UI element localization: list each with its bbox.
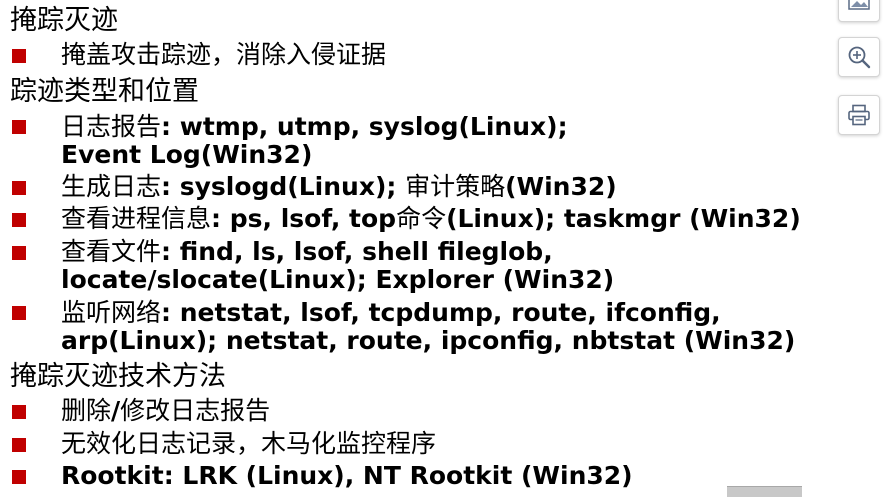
bullet-square xyxy=(12,49,26,63)
image-icon xyxy=(848,0,870,10)
list-item: 查看文件: find, ls, lsof, shell fileglob, xyxy=(61,237,553,266)
list-item: 查看进程信息: ps, lsof, top命令(Linux); taskmgr … xyxy=(61,204,801,233)
bullet-square xyxy=(12,120,26,134)
bullet-square xyxy=(12,438,26,452)
list-item: Rootkit: LRK (Linux), NT Rootkit (Win32) xyxy=(61,461,633,490)
list-item: 无效化日志记录，木马化监控程序 xyxy=(61,429,437,458)
section-heading-techniques: 掩踪灭迹技术方法 xyxy=(10,361,226,392)
bullet-square xyxy=(12,470,26,484)
bullet-square xyxy=(12,213,26,227)
zoom-in-icon xyxy=(846,44,872,70)
list-item-continuation: Event Log(Win32) xyxy=(61,140,313,169)
print-icon xyxy=(847,104,871,126)
bullet-square xyxy=(12,405,26,419)
list-item: 掩盖攻击踪迹，消除入侵证据 xyxy=(61,40,387,69)
image-button[interactable] xyxy=(838,0,880,22)
list-item: 日志报告: wtmp, utmp, syslog(Linux); xyxy=(61,112,568,141)
zoom-in-button[interactable] xyxy=(838,37,880,77)
list-item: 监听网络: netstat, lsof, tcpdump, route, ifc… xyxy=(61,298,721,327)
section-heading-trace-types: 踪迹类型和位置 xyxy=(10,76,199,107)
list-item-continuation: locate/slocate(Linux); Explorer (Win32) xyxy=(61,265,615,294)
scroll-tab[interactable] xyxy=(727,486,802,497)
bullet-square xyxy=(12,246,26,260)
bullet-square xyxy=(12,306,26,320)
list-item: 删除/修改日志报告 xyxy=(61,396,271,425)
print-button[interactable] xyxy=(838,95,880,135)
list-item-continuation: arp(Linux); netstat, route, ipconfig, nb… xyxy=(61,326,796,355)
bullet-square xyxy=(12,181,26,195)
section-heading-cover-tracks: 掩踪灭迹 xyxy=(10,5,118,36)
list-item: 生成日志: syslogd(Linux); 审计策略(Win32) xyxy=(61,172,617,201)
